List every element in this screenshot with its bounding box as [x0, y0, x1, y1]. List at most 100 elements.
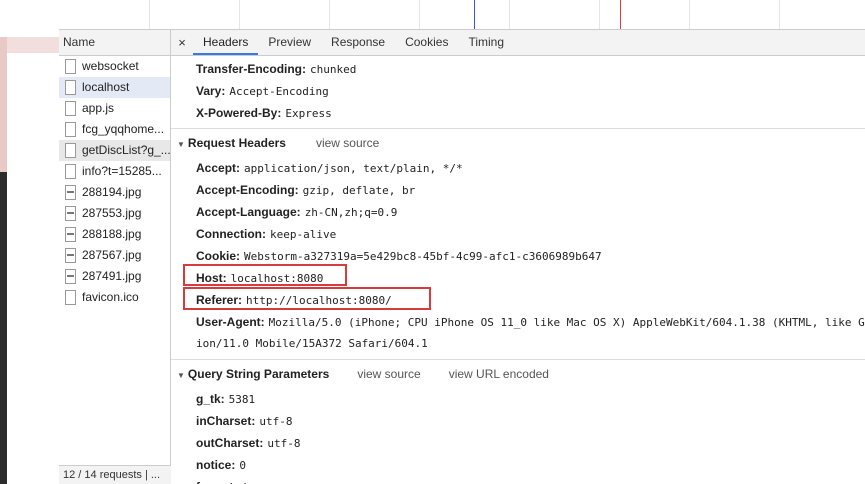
request-item[interactable]: app.js [59, 98, 170, 119]
param-row: outCharset: utf-8 [171, 432, 865, 454]
file-icon [65, 164, 76, 179]
details-tab-bar: × Headers Preview Response Cookies Timin… [171, 30, 865, 56]
section-title: Query String Parameters [187, 367, 330, 381]
header-key: User-Agent: [196, 315, 265, 329]
file-icon [65, 59, 76, 74]
header-value: zh-CN,zh;q=0.9 [304, 206, 398, 219]
tab-preview[interactable]: Preview [258, 30, 321, 55]
tab-headers[interactable]: Headers [193, 30, 259, 55]
tab-response[interactable]: Response [321, 30, 395, 55]
file-icon [65, 80, 76, 95]
header-row: Accept-Language: zh-CN,zh;q=0.9 [171, 201, 865, 223]
section-title: Request Headers [187, 136, 286, 150]
header-key: X-Powered-By: [196, 106, 282, 120]
request-item[interactable]: 287567.jpg [59, 245, 170, 266]
param-row: format:json [171, 476, 865, 484]
network-overview-timeline[interactable] [59, 0, 865, 30]
file-icon [65, 101, 76, 116]
request-headers-section: Accept: application/json, text/plain, */*… [171, 157, 865, 355]
image-icon [65, 206, 76, 221]
close-icon[interactable]: × [171, 35, 193, 50]
header-key: Vary: [196, 84, 226, 98]
timeline-gridline [509, 0, 510, 29]
request-name: 287567.jpg [82, 248, 142, 262]
view-url-encoded-link[interactable]: view URL encoded [449, 367, 549, 381]
param-key: g_tk: [196, 392, 225, 406]
request-item[interactable]: 288194.jpg [59, 182, 170, 203]
query-params-section: g_tk: 5381 inCharset: utf-8 outCharset: utf… [171, 388, 865, 484]
image-icon [65, 185, 76, 200]
page-strip-pink [0, 37, 7, 172]
name-column-header[interactable]: Name [59, 30, 170, 56]
param-key: notice: [196, 458, 236, 472]
request-count-status: 12 / 14 requests | ... [59, 465, 174, 484]
referer-highlight-box [183, 287, 431, 310]
header-row: Vary: Accept-Encoding [171, 80, 865, 102]
request-item[interactable]: 287491.jpg [59, 266, 170, 287]
param-key: format: [196, 480, 237, 484]
request-name: info?t=15285... [82, 164, 162, 178]
request-name: 288194.jpg [82, 185, 142, 199]
param-key: inCharset: [196, 414, 256, 428]
request-item[interactable]: 288188.jpg [59, 224, 170, 245]
tab-cookies[interactable]: Cookies [395, 30, 458, 55]
header-row: Accept: application/json, text/plain, */* [171, 157, 865, 179]
request-name: 288188.jpg [82, 227, 142, 241]
header-key: Cookie: [196, 249, 241, 263]
image-icon [65, 248, 76, 263]
query-params-header[interactable]: ▼ Query String Parameters view source view … [171, 359, 865, 388]
header-key: Accept-Encoding: [196, 183, 299, 197]
request-name: favicon.ico [82, 290, 139, 304]
view-source-link[interactable]: view source [357, 367, 420, 381]
file-icon [65, 143, 76, 158]
request-name: fcg_yqqhome... [82, 122, 165, 136]
request-name: 287553.jpg [82, 206, 142, 220]
header-value: Accept-Encoding [229, 85, 329, 98]
header-row: X-Powered-By: Express [171, 102, 865, 124]
header-value: keep-alive [270, 228, 337, 241]
tab-timing[interactable]: Timing [458, 30, 514, 55]
request-name: 287491.jpg [82, 269, 142, 283]
request-item-hovered[interactable]: getDiscList?g_... [59, 140, 170, 161]
request-name: app.js [82, 101, 115, 115]
request-name: localhost [82, 80, 130, 94]
request-item[interactable]: 287553.jpg [59, 203, 170, 224]
header-row-user-agent: User-Agent: Mozilla/5.0 (iPhone; CPU iPho… [171, 311, 865, 333]
load-marker [620, 0, 621, 29]
collapse-triangle-icon[interactable]: ▼ [177, 140, 185, 149]
header-row: Accept-Encoding: gzip, deflate, br [171, 179, 865, 201]
image-icon [65, 227, 76, 242]
view-source-link[interactable]: view source [316, 136, 379, 150]
param-value: 5381 [228, 393, 256, 406]
request-headers-header[interactable]: ▼ Request Headers view source [171, 128, 865, 157]
timeline-gridline [239, 0, 240, 29]
request-item[interactable]: favicon.ico [59, 287, 170, 308]
request-item[interactable]: info?t=15285... [59, 161, 170, 182]
header-key: Transfer-Encoding: [196, 62, 307, 76]
request-item[interactable]: websocket [59, 56, 170, 77]
param-value: utf-8 [259, 415, 293, 428]
timeline-gridline [779, 0, 780, 29]
param-row: notice: 0 [171, 454, 865, 476]
header-value: Mozilla/5.0 (iPhone; CPU iPhone OS 11_0 … [268, 316, 865, 329]
param-row: g_tk: 5381 [171, 388, 865, 410]
header-key: Connection: [196, 227, 266, 241]
header-key: Accept: [196, 161, 241, 175]
request-item[interactable]: fcg_yqqhome... [59, 119, 170, 140]
request-name: websocket [82, 59, 139, 73]
timeline-gridline [419, 0, 420, 29]
header-value: application/json, text/plain, */* [244, 162, 463, 175]
user-agent-wrap-line: ion/11.0 Mobile/15A372 Safari/604.1 [196, 337, 428, 350]
file-icon [65, 122, 76, 137]
page-left-strip [0, 0, 59, 484]
file-icon [65, 290, 76, 305]
page-strip-dark [0, 172, 7, 484]
timeline-gridline [599, 0, 600, 29]
param-row: inCharset: utf-8 [171, 410, 865, 432]
collapse-triangle-icon[interactable]: ▼ [177, 371, 185, 380]
param-key: outCharset: [196, 436, 264, 450]
header-value: gzip, deflate, br [302, 184, 416, 197]
header-value: Express [285, 107, 332, 120]
request-details-panel: × Headers Preview Response Cookies Timin… [171, 30, 865, 484]
request-item-selected[interactable]: localhost [59, 77, 170, 98]
